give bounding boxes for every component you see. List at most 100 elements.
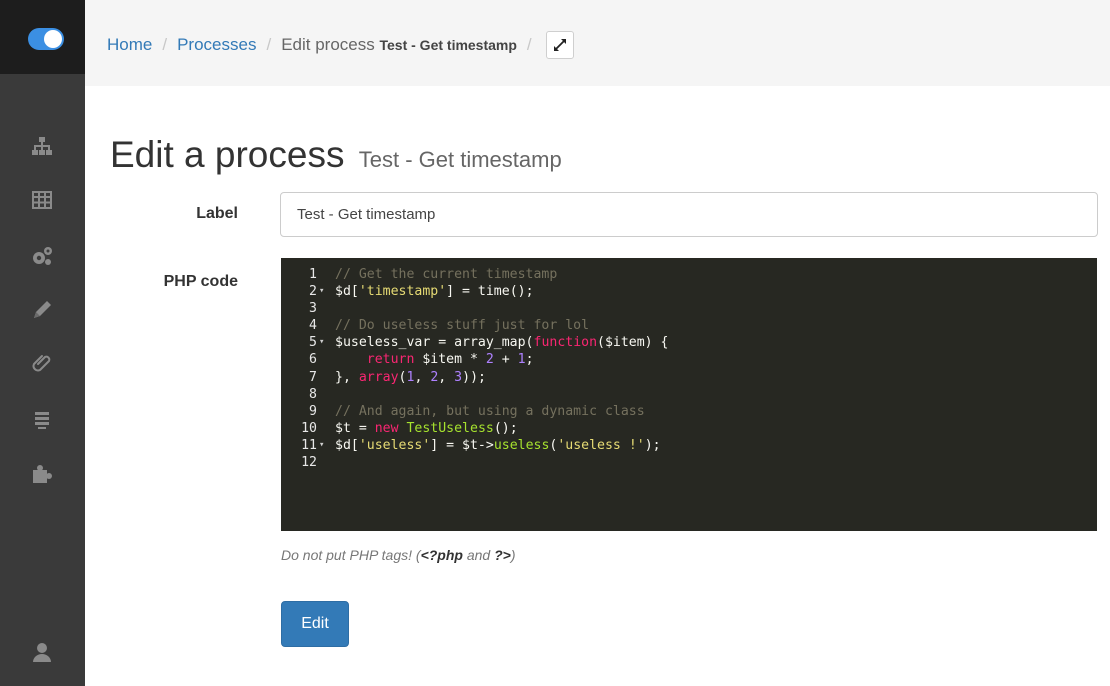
code-token: ); xyxy=(644,437,661,453)
code-token: $useless_var = array_map( xyxy=(335,335,534,351)
fold-arrow-icon[interactable]: ▾ xyxy=(319,283,324,300)
code-token: 1 xyxy=(517,352,526,368)
code-token: 2 xyxy=(485,352,494,368)
toggle-logo-icon[interactable] xyxy=(28,28,64,50)
code-token: useless xyxy=(493,437,550,453)
code-token: ] = time(); xyxy=(446,284,534,300)
line-number: 4 xyxy=(309,318,317,334)
code-line[interactable]: 7 }, array(1, 2, 3)); xyxy=(281,369,1097,386)
gears-icon[interactable] xyxy=(30,244,54,268)
line-number: 5 xyxy=(309,335,317,351)
expand-button[interactable] xyxy=(545,31,574,59)
code-text: $d['useless'] = $t->useless('useless !')… xyxy=(335,437,661,454)
pencil-icon[interactable] xyxy=(30,298,54,322)
expand-icon xyxy=(553,39,566,51)
breadcrumb-home-link[interactable]: Home xyxy=(107,35,152,55)
code-token: 3 xyxy=(454,369,463,385)
header: Home / Processes / Edit process Test - G… xyxy=(85,0,1110,86)
page-title-text: Edit a process xyxy=(110,134,345,175)
code-text: }, array(1, 2, 3)); xyxy=(335,369,486,386)
code-token: new xyxy=(374,420,399,436)
code-line[interactable]: 12 xyxy=(281,454,1097,471)
line-number: 6 xyxy=(309,352,317,368)
breadcrumb-processes-link[interactable]: Processes xyxy=(177,35,256,55)
code-text: // Do useless stuff just for lol xyxy=(335,317,589,334)
paperclip-icon[interactable] xyxy=(30,352,54,376)
breadcrumb-current-name: Test - Get timestamp xyxy=(379,37,517,53)
help-and: and xyxy=(462,547,495,563)
breadcrumb-separator: / xyxy=(266,35,272,54)
line-number: 10 xyxy=(301,420,317,436)
code-token: $t = xyxy=(335,420,375,436)
table-icon[interactable] xyxy=(30,188,54,212)
code-token: 'useless !' xyxy=(557,437,645,453)
code-token: )); xyxy=(462,369,486,385)
code-line[interactable]: 3 xyxy=(281,300,1097,317)
code-text: $d['timestamp'] = time(); xyxy=(335,283,534,300)
fold-arrow-icon[interactable]: ▾ xyxy=(319,437,324,454)
code-line[interactable]: 9 // And again, but using a dynamic class xyxy=(281,403,1097,420)
code-token: // Do useless stuff just for lol xyxy=(335,318,590,334)
line-number: 3 xyxy=(309,301,317,317)
code-token: // Get the current timestamp xyxy=(335,267,558,282)
user-icon[interactable] xyxy=(30,640,54,664)
code-token: // And again, but using a dynamic class xyxy=(335,403,645,419)
code-token: return xyxy=(366,352,415,368)
edit-button[interactable]: Edit xyxy=(281,601,349,647)
code-token: + xyxy=(493,352,518,368)
code-text: $t = new TestUseless(); xyxy=(335,420,518,437)
code-line[interactable]: 8 xyxy=(281,386,1097,403)
code-text: // Get the current timestamp xyxy=(335,266,557,283)
help-prefix: Do not put PHP tags! ( xyxy=(281,547,421,563)
code-token: $d[ xyxy=(335,284,359,300)
help-suffix: ) xyxy=(510,547,516,563)
code-text: $useless_var = array_map(function($item)… xyxy=(335,334,669,351)
code-line[interactable]: 6 return $item * 2 + 1; xyxy=(281,351,1097,368)
page-title: Edit a process Test - Get timestamp xyxy=(110,134,562,176)
php-code-label: PHP code xyxy=(163,273,238,290)
sitemap-icon[interactable] xyxy=(30,134,54,158)
label-input[interactable] xyxy=(280,192,1098,237)
code-token: TestUseless xyxy=(406,420,494,436)
code-token: }, xyxy=(335,369,359,385)
code-token: array xyxy=(358,369,399,385)
page-subtitle: Test - Get timestamp xyxy=(358,147,562,172)
breadcrumb-separator: / xyxy=(162,35,168,54)
help-php-open-tag: <?php xyxy=(420,547,463,563)
list-icon[interactable] xyxy=(30,408,54,432)
line-number: 7 xyxy=(309,369,317,385)
code-line[interactable]: 11 ▾ $d['useless'] = $t->useless('useless … xyxy=(281,437,1097,454)
sidebar xyxy=(0,0,85,686)
php-code-editor[interactable]: 1// Get the current timestamp 2 ▾ $d['times… xyxy=(281,258,1097,531)
code-line[interactable]: 2 ▾ $d['timestamp'] = time(); xyxy=(281,283,1097,300)
fold-arrow-icon[interactable]: ▾ xyxy=(319,334,324,351)
code-token: 'timestamp' xyxy=(358,284,447,300)
code-token: , xyxy=(438,369,455,385)
line-number: 8 xyxy=(309,386,317,402)
code-token: ] = $t-> xyxy=(430,437,494,453)
help-php-close-tag: ?> xyxy=(494,547,511,563)
puzzle-icon[interactable] xyxy=(30,462,54,486)
code-text: // And again, but using a dynamic class xyxy=(335,403,645,420)
php-tags-help-text: Do not put PHP tags! (<?php and ?>) xyxy=(281,547,516,563)
code-token: function xyxy=(533,335,598,351)
code-line[interactable]: 4 // Do useless stuff just for lol xyxy=(281,317,1097,334)
line-number: 2 xyxy=(309,284,317,300)
code-token: (); xyxy=(493,420,518,436)
line-number: 12 xyxy=(301,455,317,471)
code-line[interactable]: 10 $t = new TestUseless(); xyxy=(281,420,1097,437)
code-line[interactable]: 1 // Get the current timestamp xyxy=(281,266,1097,283)
sidebar-logo-area xyxy=(0,0,85,74)
code-line[interactable]: 5 ▾ $useless_var = array_map(function($ite… xyxy=(281,334,1097,351)
code-token: $d[ xyxy=(335,437,359,453)
breadcrumb-separator: / xyxy=(526,35,532,54)
code-token: 'useless' xyxy=(358,437,431,453)
line-number: 1 xyxy=(309,267,317,282)
line-number: 9 xyxy=(309,403,317,419)
breadcrumb-current-prefix: Edit process xyxy=(281,35,375,54)
line-number: 11 xyxy=(301,437,317,453)
code-token: , xyxy=(414,369,431,385)
label-field-label: Label xyxy=(196,205,238,222)
breadcrumb-current: Edit process Test - Get timestamp xyxy=(281,35,517,55)
